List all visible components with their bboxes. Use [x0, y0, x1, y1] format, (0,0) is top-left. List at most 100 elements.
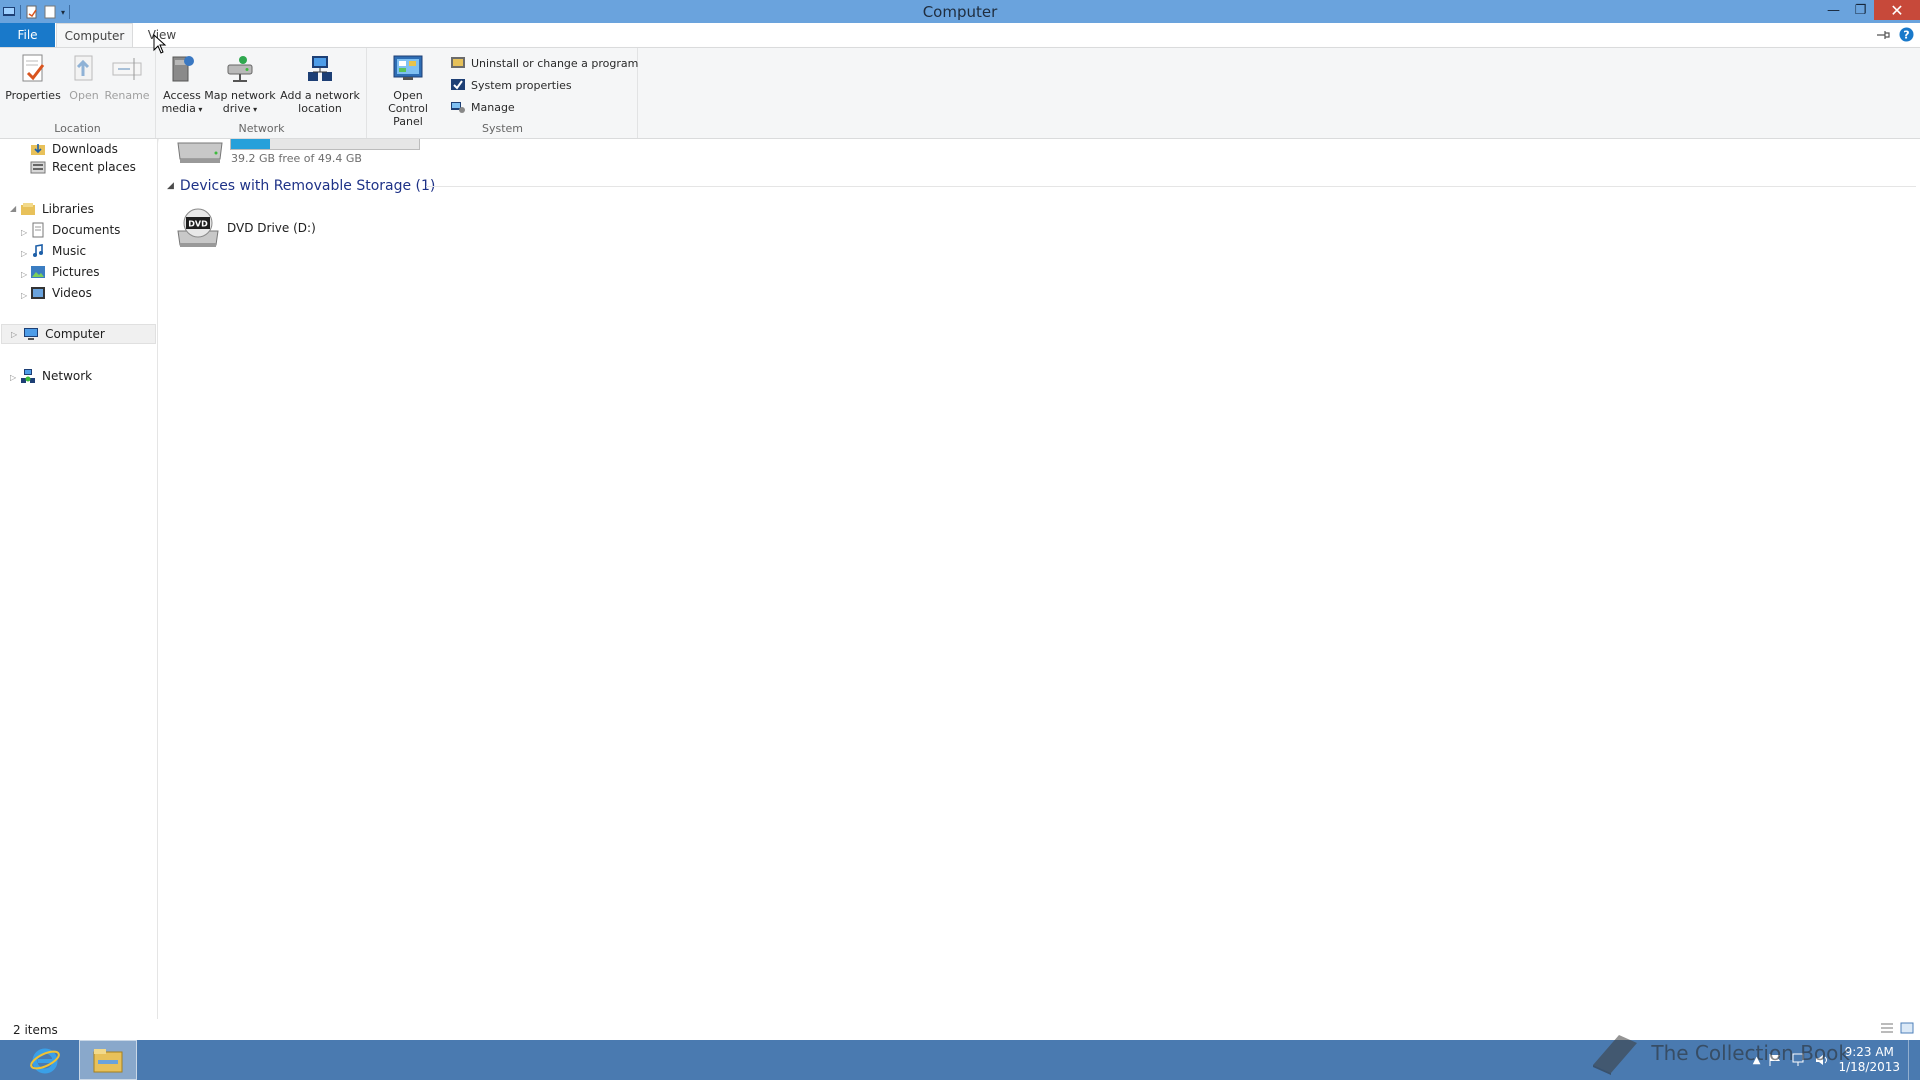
system-properties-label: System properties [471, 78, 572, 92]
recent-places-icon [30, 161, 46, 174]
access-media-button[interactable]: Access media ▾ [157, 52, 207, 116]
internet-explorer-taskbar-button[interactable] [16, 1040, 74, 1080]
open-control-panel-label-1: Open Control [388, 89, 428, 115]
tab-computer[interactable]: Computer [56, 23, 133, 47]
ribbon-group-location: Properties Open Rename Location [0, 48, 156, 138]
uninstall-program-button[interactable]: Uninstall or change a program [450, 53, 638, 73]
nav-item-network[interactable]: Network [20, 366, 92, 386]
network-icon [21, 369, 35, 383]
nav-item-computer[interactable]: ▷ Computer [1, 324, 156, 344]
nav-item-libraries-label: Libraries [42, 202, 94, 216]
map-network-drive-label-1: Map network [204, 89, 276, 102]
restore-icon: ❐ [1854, 2, 1867, 18]
book-logo-icon [1593, 1035, 1638, 1075]
file-explorer-icon [93, 1049, 123, 1073]
system-group-label: System [481, 122, 524, 135]
hard-drive-icon[interactable] [176, 139, 224, 165]
properties-label: Properties [5, 89, 61, 102]
music-icon [33, 244, 43, 257]
uninstall-program-icon [451, 57, 465, 68]
show-desktop-button[interactable] [1908, 1040, 1914, 1080]
removable-storage-section[interactable]: ◢ Devices with Removable Storage (1) [167, 176, 435, 196]
manage-button[interactable]: Manage [450, 97, 515, 117]
dvd-drive-item[interactable]: DVD DVD Drive (D:) [175, 205, 316, 251]
rename-label: Rename [104, 89, 150, 102]
nav-item-downloads[interactable]: Downloads [30, 139, 118, 159]
dvd-drive-icon: DVD [177, 208, 219, 247]
minimize-icon: — [1827, 2, 1840, 18]
collapse-section-icon[interactable]: ◢ [167, 181, 174, 191]
watermark-text: The Collection Book [1651, 1041, 1850, 1065]
watermark: The Collection Book [1589, 1031, 1850, 1075]
minimize-button[interactable]: — [1820, 0, 1847, 20]
videos-expander-icon[interactable]: ▷ [21, 292, 29, 300]
documents-expander-icon[interactable]: ▷ [21, 229, 29, 237]
system-properties-button[interactable]: System properties [450, 75, 572, 95]
nav-item-recent-places-label: Recent places [52, 160, 136, 174]
properties-icon [22, 54, 45, 82]
downloads-folder-icon [31, 144, 45, 155]
window-title: Computer [922, 3, 998, 21]
nav-item-libraries[interactable]: Libraries [20, 199, 94, 219]
documents-icon [32, 222, 44, 238]
file-explorer-taskbar-button[interactable] [79, 1040, 137, 1080]
nav-item-documents[interactable]: Documents [30, 220, 120, 240]
add-network-location-button[interactable]: Add a network location [279, 52, 361, 115]
system-properties-icon [451, 79, 465, 90]
open-icon [74, 55, 93, 81]
map-network-drive-label-2: drive [222, 102, 251, 115]
add-network-location-label-2: location [298, 102, 342, 115]
window-controls: — ❐ ✕ [1820, 0, 1920, 20]
open-control-panel-button[interactable]: Open Control Panel [372, 52, 444, 128]
large-icons-view-icon[interactable] [1900, 1022, 1914, 1034]
view-switcher [1880, 1022, 1914, 1034]
map-network-drive-button[interactable]: Map network drive ▾ [204, 52, 276, 116]
rename-button[interactable]: Rename [98, 52, 156, 102]
help-icon[interactable]: ? [1899, 27, 1914, 42]
libraries-expander-icon[interactable]: ◢ [10, 205, 18, 213]
drive-capacity-bar [230, 139, 420, 150]
close-icon: ✕ [1890, 0, 1904, 20]
manage-label: Manage [471, 100, 515, 114]
nav-item-videos[interactable]: Videos [30, 283, 92, 303]
control-panel-icon [393, 55, 423, 80]
nav-item-videos-label: Videos [52, 286, 92, 300]
open-label: Open [69, 89, 99, 102]
pictures-expander-icon[interactable]: ▷ [21, 271, 29, 279]
close-button[interactable]: ✕ [1874, 0, 1920, 20]
computer-expander-icon[interactable]: ▷ [11, 330, 17, 339]
pin-ribbon-icon[interactable] [1875, 29, 1891, 41]
removable-storage-heading: Devices with Removable Storage (1) [179, 178, 436, 194]
nav-item-music-label: Music [52, 244, 87, 258]
map-network-drive-icon [227, 56, 253, 82]
rename-icon [112, 58, 142, 80]
tab-file[interactable]: File [0, 23, 55, 47]
nav-item-pictures[interactable]: Pictures [30, 262, 100, 282]
map-drive-dropdown-icon: ▾ [250, 105, 258, 114]
details-view-icon[interactable] [1880, 1022, 1894, 1034]
access-media-label-2: media [161, 102, 196, 115]
svg-text:?: ? [1903, 29, 1909, 42]
libraries-icon [21, 203, 35, 215]
item-count: 2 items [13, 1023, 58, 1037]
network-expander-icon[interactable]: ▷ [10, 374, 18, 382]
nav-item-recent-places[interactable]: Recent places [30, 157, 136, 177]
add-network-location-icon [308, 56, 332, 81]
section-divider [426, 186, 1916, 187]
navigation-pane: Downloads Recent places ◢ Libraries ▷ Do… [0, 139, 158, 1019]
nav-item-music[interactable]: Music [30, 241, 86, 261]
manage-icon [451, 102, 465, 113]
music-expander-icon[interactable]: ▷ [21, 250, 29, 258]
nav-item-computer-label: Computer [45, 327, 105, 341]
ribbon: Properties Open Rename Location Access m… [0, 47, 1920, 139]
access-media-dropdown-icon: ▾ [195, 105, 203, 114]
nav-item-documents-label: Documents [52, 223, 121, 237]
pictures-icon [31, 266, 45, 278]
restore-button[interactable]: ❐ [1847, 0, 1874, 20]
mouse-pointer-icon [153, 34, 167, 54]
location-group-label: Location [54, 122, 101, 135]
nav-item-network-label: Network [42, 369, 93, 383]
access-media-icon [172, 56, 194, 82]
ribbon-right-controls: ? [1875, 27, 1914, 42]
ribbon-group-network: Access media ▾ Map network drive ▾ Add a… [157, 48, 367, 138]
